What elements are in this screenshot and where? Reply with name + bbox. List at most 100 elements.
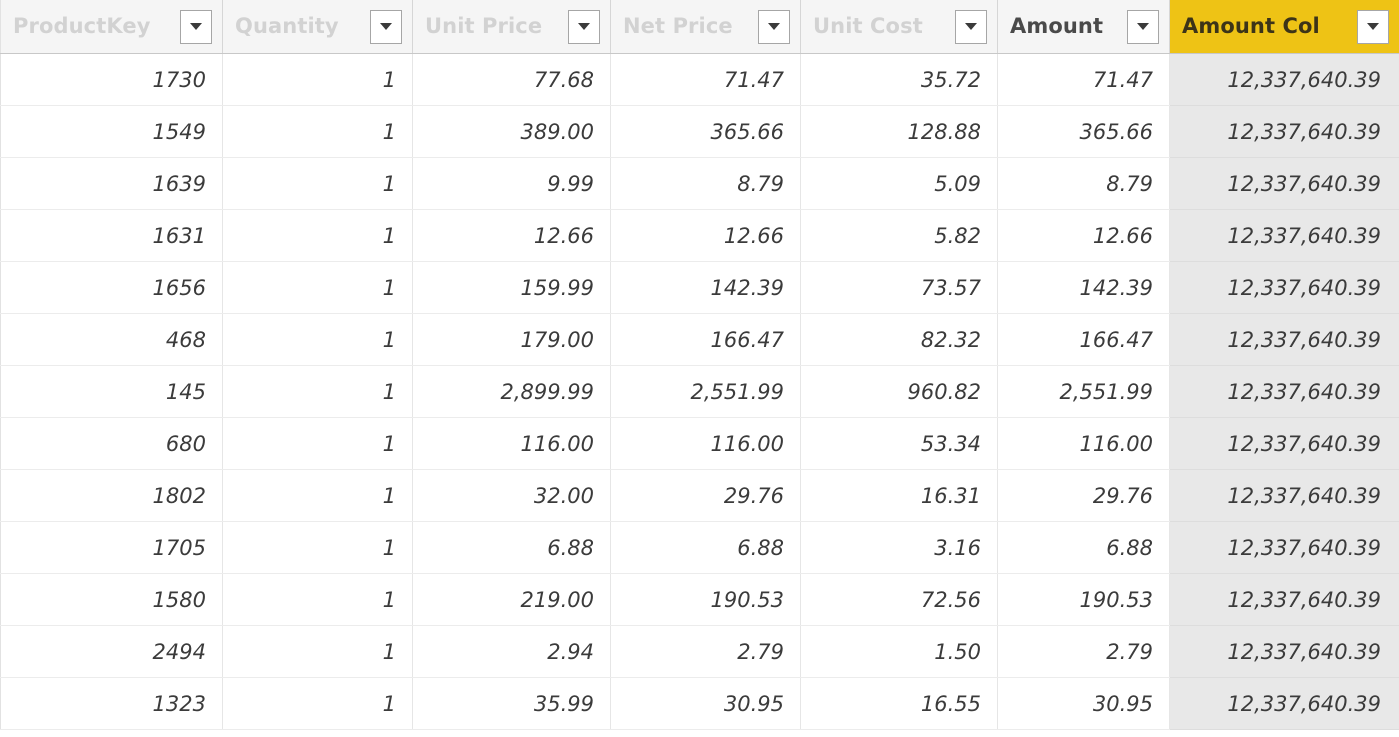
cell-net_price[interactable]: 29.76 [610, 469, 801, 522]
cell-unit_price[interactable]: 9.99 [412, 157, 611, 210]
chevron-down-icon[interactable] [370, 9, 402, 44]
cell-product_key[interactable]: 145 [0, 365, 223, 418]
cell-unit_price[interactable]: 116.00 [412, 417, 611, 470]
cell-net_price[interactable]: 71.47 [610, 53, 801, 106]
cell-product_key[interactable]: 1639 [0, 157, 223, 210]
cell-amount_col[interactable]: 12,337,640.39 [1169, 417, 1399, 470]
column-header-net_price[interactable]: Net Price [610, 0, 801, 54]
cell-unit_price[interactable]: 35.99 [412, 677, 611, 730]
table-row[interactable]: 468 1 179.00 166.47 82.32 166.47 12,337,640.39 [0, 313, 1399, 366]
cell-amount_col[interactable]: 12,337,640.39 [1169, 573, 1399, 626]
cell-product_key[interactable]: 680 [0, 417, 223, 470]
table-row[interactable]: 1639 1 9.99 8.79 5.09 8.79 12,337,640.39 [0, 157, 1399, 210]
cell-amount[interactable]: 190.53 [997, 573, 1170, 626]
chevron-down-icon[interactable] [568, 9, 600, 44]
cell-net_price[interactable]: 8.79 [610, 157, 801, 210]
cell-amount_col[interactable]: 12,337,640.39 [1169, 313, 1399, 366]
cell-unit_cost[interactable]: 1.50 [800, 625, 998, 678]
cell-amount_col[interactable]: 12,337,640.39 [1169, 105, 1399, 158]
cell-product_key[interactable]: 1730 [0, 53, 223, 106]
cell-unit_cost[interactable]: 72.56 [800, 573, 998, 626]
cell-product_key[interactable]: 1631 [0, 209, 223, 262]
table-row[interactable]: 680 1 116.00 116.00 53.34 116.00 12,337,640.39 [0, 417, 1399, 470]
cell-unit_price[interactable]: 77.68 [412, 53, 611, 106]
cell-quantity[interactable]: 1 [222, 313, 413, 366]
chevron-down-icon[interactable] [758, 9, 790, 44]
cell-amount_col[interactable]: 12,337,640.39 [1169, 53, 1399, 106]
cell-amount_col[interactable]: 12,337,640.39 [1169, 625, 1399, 678]
cell-unit_cost[interactable]: 5.82 [800, 209, 998, 262]
cell-unit_cost[interactable]: 53.34 [800, 417, 998, 470]
cell-amount[interactable]: 2,551.99 [997, 365, 1170, 418]
cell-unit_price[interactable]: 6.88 [412, 521, 611, 574]
table-row[interactable]: 1323 1 35.99 30.95 16.55 30.95 12,337,640.39 [0, 677, 1399, 730]
cell-quantity[interactable]: 1 [222, 261, 413, 314]
cell-quantity[interactable]: 1 [222, 469, 413, 522]
cell-amount[interactable]: 116.00 [997, 417, 1170, 470]
cell-unit_price[interactable]: 219.00 [412, 573, 611, 626]
cell-unit_cost[interactable]: 82.32 [800, 313, 998, 366]
cell-quantity[interactable]: 1 [222, 365, 413, 418]
cell-net_price[interactable]: 30.95 [610, 677, 801, 730]
cell-amount_col[interactable]: 12,337,640.39 [1169, 365, 1399, 418]
cell-amount[interactable]: 142.39 [997, 261, 1170, 314]
cell-net_price[interactable]: 12.66 [610, 209, 801, 262]
column-header-amount_col[interactable]: Amount Col [1169, 0, 1399, 54]
cell-amount[interactable]: 166.47 [997, 313, 1170, 366]
cell-unit_price[interactable]: 2,899.99 [412, 365, 611, 418]
cell-amount_col[interactable]: 12,337,640.39 [1169, 521, 1399, 574]
column-header-unit_cost[interactable]: Unit Cost [800, 0, 998, 54]
cell-unit_cost[interactable]: 35.72 [800, 53, 998, 106]
column-header-product_key[interactable]: ProductKey [0, 0, 223, 54]
cell-unit_cost[interactable]: 960.82 [800, 365, 998, 418]
cell-quantity[interactable]: 1 [222, 417, 413, 470]
cell-amount[interactable]: 29.76 [997, 469, 1170, 522]
cell-quantity[interactable]: 1 [222, 521, 413, 574]
cell-quantity[interactable]: 1 [222, 157, 413, 210]
cell-product_key[interactable]: 1323 [0, 677, 223, 730]
table-row[interactable]: 1802 1 32.00 29.76 16.31 29.76 12,337,640.39 [0, 469, 1399, 522]
table-row[interactable]: 1631 1 12.66 12.66 5.82 12.66 12,337,640.39 [0, 209, 1399, 262]
table-row[interactable]: 145 1 2,899.99 2,551.99 960.82 2,551.99 12,337… [0, 365, 1399, 418]
cell-unit_price[interactable]: 159.99 [412, 261, 611, 314]
cell-unit_cost[interactable]: 16.31 [800, 469, 998, 522]
cell-amount[interactable]: 30.95 [997, 677, 1170, 730]
cell-quantity[interactable]: 1 [222, 677, 413, 730]
cell-amount_col[interactable]: 12,337,640.39 [1169, 209, 1399, 262]
table-row[interactable]: 2494 1 2.94 2.79 1.50 2.79 12,337,640.39 [0, 625, 1399, 678]
cell-unit_cost[interactable]: 3.16 [800, 521, 998, 574]
cell-product_key[interactable]: 1802 [0, 469, 223, 522]
cell-net_price[interactable]: 142.39 [610, 261, 801, 314]
cell-unit_cost[interactable]: 128.88 [800, 105, 998, 158]
cell-net_price[interactable]: 6.88 [610, 521, 801, 574]
cell-unit_price[interactable]: 389.00 [412, 105, 611, 158]
cell-quantity[interactable]: 1 [222, 53, 413, 106]
cell-product_key[interactable]: 1705 [0, 521, 223, 574]
cell-unit_price[interactable]: 179.00 [412, 313, 611, 366]
cell-quantity[interactable]: 1 [222, 573, 413, 626]
cell-product_key[interactable]: 1580 [0, 573, 223, 626]
cell-amount_col[interactable]: 12,337,640.39 [1169, 157, 1399, 210]
cell-unit_price[interactable]: 32.00 [412, 469, 611, 522]
cell-amount[interactable]: 365.66 [997, 105, 1170, 158]
table-row[interactable]: 1549 1 389.00 365.66 128.88 365.66 12,337,640.… [0, 105, 1399, 158]
table-row[interactable]: 1730 1 77.68 71.47 35.72 71.47 12,337,640.39 [0, 53, 1399, 106]
cell-amount[interactable]: 2.79 [997, 625, 1170, 678]
column-header-quantity[interactable]: Quantity [222, 0, 413, 54]
column-header-amount[interactable]: Amount [997, 0, 1170, 54]
cell-amount_col[interactable]: 12,337,640.39 [1169, 677, 1399, 730]
cell-unit_cost[interactable]: 5.09 [800, 157, 998, 210]
chevron-down-icon[interactable] [1357, 9, 1389, 44]
cell-net_price[interactable]: 166.47 [610, 313, 801, 366]
table-row[interactable]: 1705 1 6.88 6.88 3.16 6.88 12,337,640.39 [0, 521, 1399, 574]
table-row[interactable]: 1580 1 219.00 190.53 72.56 190.53 12,337,640.3… [0, 573, 1399, 626]
cell-quantity[interactable]: 1 [222, 625, 413, 678]
cell-amount[interactable]: 12.66 [997, 209, 1170, 262]
cell-unit_cost[interactable]: 16.55 [800, 677, 998, 730]
column-header-unit_price[interactable]: Unit Price [412, 0, 611, 54]
cell-quantity[interactable]: 1 [222, 209, 413, 262]
cell-product_key[interactable]: 1656 [0, 261, 223, 314]
cell-net_price[interactable]: 116.00 [610, 417, 801, 470]
cell-net_price[interactable]: 190.53 [610, 573, 801, 626]
chevron-down-icon[interactable] [1127, 9, 1159, 44]
